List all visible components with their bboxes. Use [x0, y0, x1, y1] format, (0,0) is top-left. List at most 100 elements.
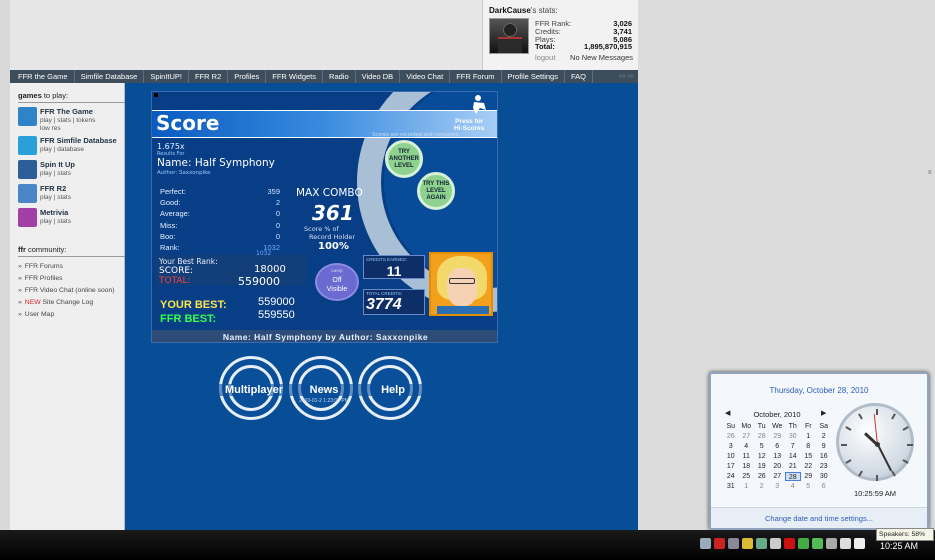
- calendar-day[interactable]: 8: [801, 442, 817, 451]
- community-link[interactable]: FFR Profiles: [18, 275, 63, 282]
- flag-icon[interactable]: [770, 538, 781, 549]
- calendar-day[interactable]: 1: [739, 482, 755, 491]
- calendar-day[interactable]: 1: [801, 432, 817, 441]
- nav-item[interactable]: FFR the Game: [12, 70, 75, 83]
- avatar[interactable]: [489, 18, 529, 54]
- hiscores-button[interactable]: Press for Hi-Scores: [454, 118, 484, 132]
- community-link[interactable]: NEW Site Change Log: [18, 299, 93, 306]
- stats-username[interactable]: DarkCause: [489, 6, 531, 15]
- calendar-day[interactable]: 30: [816, 472, 832, 481]
- update-icon[interactable]: [798, 538, 809, 549]
- game-icon[interactable]: [18, 136, 37, 155]
- red-app-icon[interactable]: [714, 538, 725, 549]
- nav-item[interactable]: Radio: [323, 70, 356, 83]
- calendar-day[interactable]: 3: [770, 482, 786, 491]
- calendar-day[interactable]: 4: [739, 442, 755, 451]
- community-link[interactable]: FFR Forums: [18, 263, 63, 270]
- messages-status[interactable]: No New Messages: [570, 53, 633, 62]
- multiplayer-button[interactable]: Multiplayer: [218, 356, 290, 420]
- game-title[interactable]: FFR R2: [40, 184, 66, 193]
- game-icon[interactable]: [18, 184, 37, 203]
- game-title[interactable]: FFR Simfile Database: [40, 136, 117, 145]
- shield-icon[interactable]: [700, 538, 711, 549]
- game-title[interactable]: Spin It Up: [40, 160, 75, 169]
- calendar-day[interactable]: 9: [816, 442, 832, 451]
- calendar-day[interactable]: 27: [739, 432, 755, 441]
- calendar-day[interactable]: 27: [770, 472, 786, 481]
- calendar-day[interactable]: 20: [770, 462, 786, 471]
- community-link-label[interactable]: FFR Profiles: [25, 275, 63, 282]
- calendar-day[interactable]: 22: [801, 462, 817, 471]
- calendar-day[interactable]: 23: [816, 462, 832, 471]
- nav-item[interactable]: Profiles: [228, 70, 267, 83]
- tool-icon[interactable]: [728, 538, 739, 549]
- game-item[interactable]: Spin It Up play | stats: [16, 160, 124, 180]
- calendar-day[interactable]: 5: [801, 482, 817, 491]
- game-links[interactable]: play | stats: [40, 218, 71, 225]
- nav-item[interactable]: Video Chat: [400, 70, 451, 83]
- community-link[interactable]: User Map: [18, 311, 54, 318]
- community-link-label[interactable]: FFR Forums: [25, 263, 63, 270]
- nav-item[interactable]: SpinItUP!: [144, 70, 189, 83]
- calendar-day[interactable]: 3: [723, 442, 739, 451]
- game-links[interactable]: play | stats: [40, 170, 71, 177]
- game-links[interactable]: play | stats | tokens: [40, 117, 95, 124]
- arrow-icon[interactable]: [826, 538, 837, 549]
- try-again-button[interactable]: TRY THIS LEVEL AGAIN: [417, 172, 455, 210]
- calendar-day[interactable]: 29: [801, 472, 817, 481]
- calendar-day[interactable]: 10: [723, 452, 739, 461]
- game-title[interactable]: Metrivia: [40, 208, 68, 217]
- community-link-label[interactable]: FFR Video Chat (online soon): [25, 287, 115, 294]
- news-button[interactable]: News 2010-01-2 1:23:09 PM: [288, 356, 360, 420]
- community-link[interactable]: FFR Video Chat (online soon): [18, 287, 115, 294]
- calendar-day[interactable]: 24: [723, 472, 739, 481]
- yellow-app-icon[interactable]: [742, 538, 753, 549]
- change-date-settings-link[interactable]: Change date and time settings...: [711, 507, 927, 528]
- game-icon[interactable]: [18, 160, 37, 179]
- calendar-day[interactable]: 6: [770, 442, 786, 451]
- fighter-logo-icon[interactable]: [470, 94, 488, 116]
- calendar-day[interactable]: 26: [723, 432, 739, 441]
- calendar-day[interactable]: 18: [739, 462, 755, 471]
- calendar-day[interactable]: 29: [770, 432, 786, 441]
- calendar-day[interactable]: 12: [754, 452, 770, 461]
- calendar-day[interactable]: 13: [770, 452, 786, 461]
- nav-item[interactable]: FFR Widgets: [266, 70, 324, 83]
- help-button[interactable]: Help: [357, 356, 429, 420]
- calendar-day[interactable]: 26: [754, 472, 770, 481]
- calendar-day[interactable]: 31: [723, 482, 739, 491]
- next-month-arrow-icon[interactable]: ▶: [821, 409, 826, 417]
- nav-item[interactable]: FAQ: [565, 70, 593, 83]
- game-title[interactable]: FFR The Game: [40, 107, 93, 116]
- signal-icon[interactable]: [840, 538, 851, 549]
- month-title[interactable]: October, 2010: [727, 410, 827, 419]
- game-item[interactable]: FFR R2 play | stats: [16, 184, 124, 204]
- game-links[interactable]: play | stats: [40, 194, 71, 201]
- game-icon[interactable]: [18, 208, 37, 227]
- game-item[interactable]: FFR The Game play | stats | tokens low res: [16, 107, 124, 132]
- calendar-day[interactable]: 11: [739, 452, 755, 461]
- full-date-link[interactable]: Thursday, October 28, 2010: [711, 386, 927, 395]
- game-links[interactable]: play | database: [40, 146, 84, 153]
- game-item[interactable]: Metrivia play | stats: [16, 208, 124, 228]
- calendar-day[interactable]: 15: [801, 452, 817, 461]
- game-item[interactable]: FFR Simfile Database play | database: [16, 136, 124, 156]
- community-link-label[interactable]: User Map: [25, 311, 54, 318]
- try-another-level-button[interactable]: TRY ANOTHER LEVEL: [385, 140, 423, 178]
- calendar-day[interactable]: 16: [816, 452, 832, 461]
- calendar-day[interactable]: 6: [816, 482, 832, 491]
- calendar-day[interactable]: 17: [723, 462, 739, 471]
- calendar-day[interactable]: 30: [785, 432, 801, 441]
- game-icon[interactable]: [18, 107, 37, 126]
- calendar-day[interactable]: 7: [785, 442, 801, 451]
- network-tool-icon[interactable]: [756, 538, 767, 549]
- sync-icon[interactable]: [812, 538, 823, 549]
- nav-item[interactable]: FFR R2: [189, 70, 229, 83]
- nav-item[interactable]: FFR Forum: [450, 70, 502, 83]
- speaker-icon[interactable]: [854, 538, 865, 549]
- calendar-day[interactable]: 2: [754, 482, 770, 491]
- calendar-day[interactable]: 14: [785, 452, 801, 461]
- calendar-day[interactable]: 21: [785, 462, 801, 471]
- logout-link[interactable]: logout: [535, 53, 555, 62]
- nav-item[interactable]: Video DB: [356, 70, 401, 83]
